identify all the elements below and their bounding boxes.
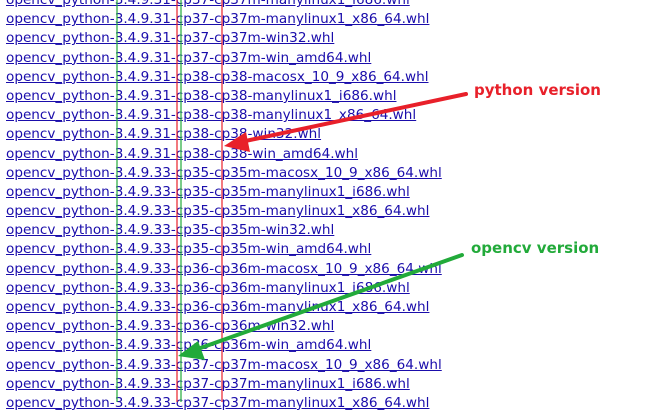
opencv-version-label: opencv version [471, 239, 600, 257]
annotation-overlay [116, 0, 468, 402]
opencv-version-arrow [190, 253, 464, 353]
python-version-arrowhead [224, 132, 250, 152]
opencv-version-arrowhead [178, 341, 205, 360]
python-version-label: python version [474, 81, 601, 99]
python-version-arrow [234, 92, 468, 145]
